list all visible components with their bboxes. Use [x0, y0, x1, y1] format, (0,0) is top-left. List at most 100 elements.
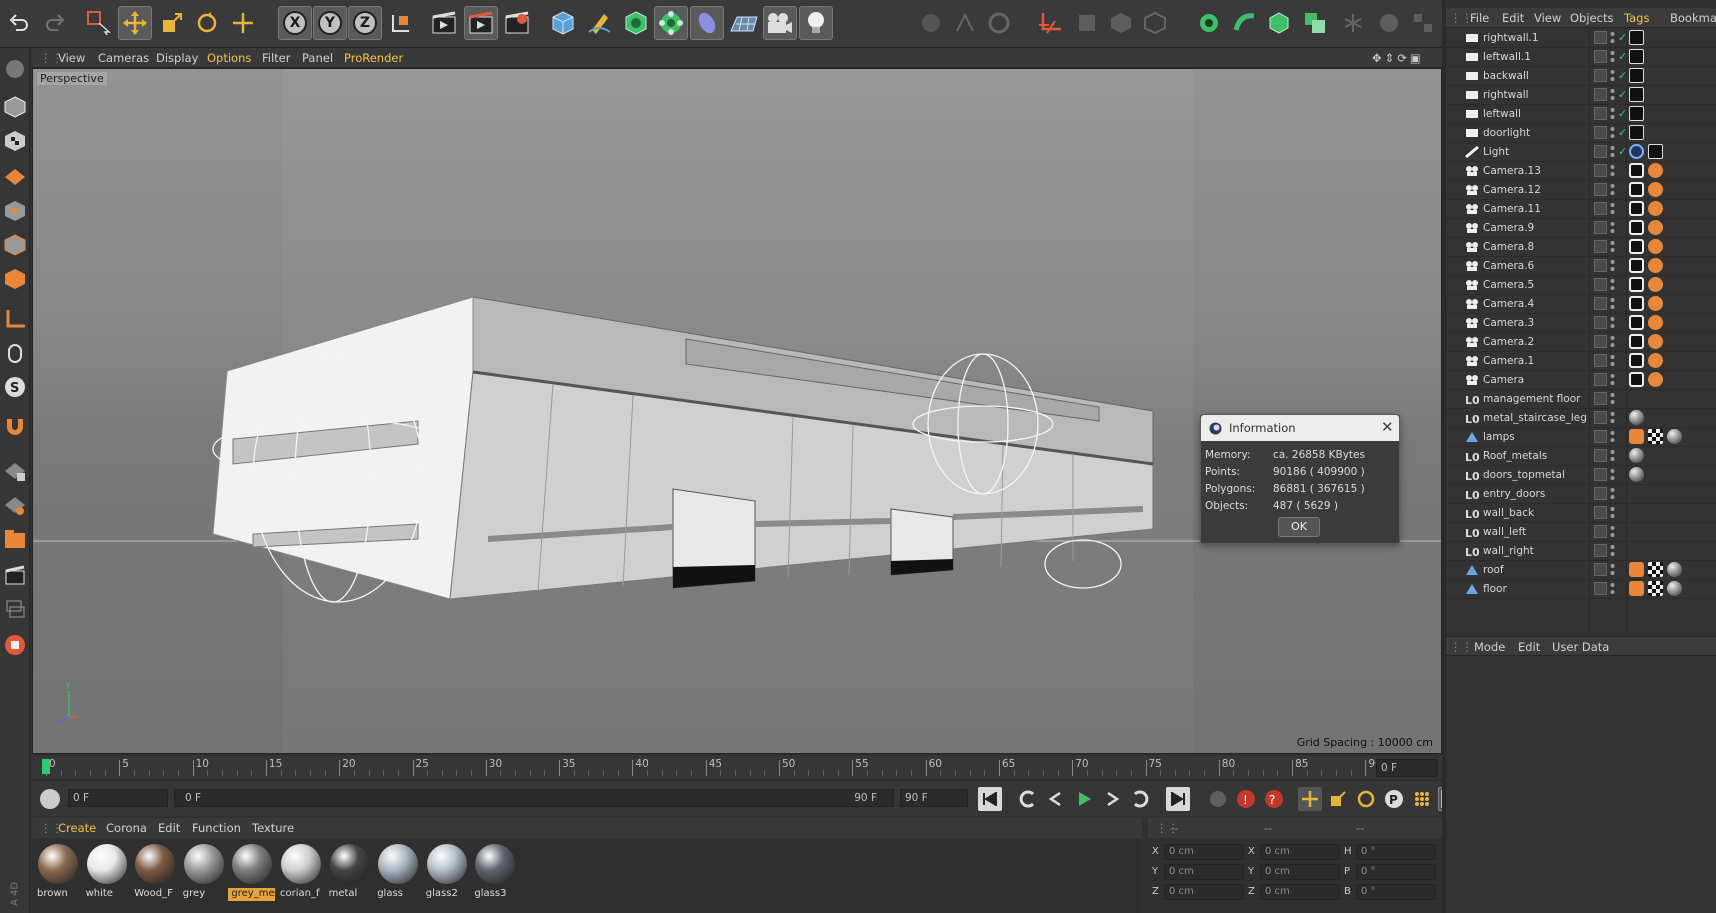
protect-tag-icon[interactable] — [1648, 220, 1663, 235]
layer-icon[interactable] — [1594, 297, 1607, 310]
subdivision-icon[interactable] — [619, 6, 653, 40]
connect-icon[interactable] — [1406, 6, 1440, 40]
visibility-dots[interactable] — [1610, 106, 1615, 121]
protect-tag-icon[interactable] — [1648, 163, 1663, 178]
y-axis-lock-icon[interactable]: Y — [313, 6, 347, 40]
visibility-dots[interactable] — [1610, 391, 1615, 406]
material-swatch[interactable]: glass2 — [423, 842, 470, 902]
next-frame-icon[interactable] — [1100, 787, 1124, 811]
key-pla-icon[interactable] — [1410, 787, 1434, 811]
camera-tag-icon[interactable] — [1629, 220, 1644, 235]
object-row[interactable]: Camera.13 — [1446, 161, 1716, 181]
object-menu-objects[interactable]: Objects — [1570, 11, 1613, 25]
ok-button[interactable]: OK — [1278, 517, 1320, 537]
axis-mode-icon[interactable] — [2, 304, 28, 334]
object-row[interactable]: leftwall.1 ✓ — [1446, 47, 1716, 67]
render-settings-icon[interactable] — [500, 6, 534, 40]
menu-display[interactable]: Display — [156, 51, 198, 65]
layer-icon[interactable] — [1594, 392, 1607, 405]
previous-key-icon[interactable] — [1016, 787, 1040, 811]
light-tag-icon[interactable] — [1648, 144, 1663, 159]
light-tag-icon[interactable] — [1629, 125, 1644, 140]
visibility-dots[interactable] — [1610, 220, 1615, 235]
object-row[interactable]: Camera.8 — [1446, 237, 1716, 257]
menu-cameras[interactable]: Cameras — [98, 51, 149, 65]
sweep-icon[interactable] — [1228, 6, 1262, 40]
hair-icon[interactable] — [1372, 6, 1406, 40]
object-row[interactable]: Camera.4 — [1446, 294, 1716, 314]
layer-icon[interactable] — [1594, 259, 1607, 272]
menu-options[interactable]: Options — [207, 51, 251, 65]
camera-tag-icon[interactable] — [1629, 182, 1644, 197]
protect-tag-icon[interactable] — [1648, 334, 1663, 349]
previous-frame-icon[interactable] — [1044, 787, 1068, 811]
instance-icon[interactable] — [1336, 6, 1370, 40]
menu-view[interactable]: View — [58, 51, 85, 65]
layer-icon[interactable] — [1594, 183, 1607, 196]
play-icon[interactable] — [1072, 787, 1096, 811]
light-tag-icon[interactable] — [1629, 106, 1644, 121]
material-menu-edit[interactable]: Edit — [158, 821, 180, 835]
tweak-mode-icon[interactable] — [2, 338, 28, 368]
key-rotation-icon[interactable] — [1354, 787, 1378, 811]
protect-tag-icon[interactable] — [1648, 353, 1663, 368]
layer-icon[interactable] — [1594, 50, 1607, 63]
end-frame-field[interactable]: 0 F — [1376, 759, 1438, 777]
redo-icon[interactable] — [38, 6, 72, 40]
uv-tag-icon[interactable] — [1648, 429, 1663, 444]
phong-tag-icon[interactable] — [1629, 429, 1644, 444]
layer-icon[interactable] — [1594, 449, 1607, 462]
points-mode-icon[interactable] — [2, 196, 28, 226]
attribute-menu-user-data[interactable]: User Data — [1552, 640, 1609, 654]
visibility-dots[interactable] — [1610, 163, 1615, 178]
object-menu-edit[interactable]: Edit — [1502, 11, 1524, 25]
object-row[interactable]: Camera.9 — [1446, 218, 1716, 238]
playhead-marker[interactable] — [42, 759, 50, 774]
visibility-dots[interactable] — [1610, 505, 1615, 520]
position-field[interactable]: 0 cm — [1164, 884, 1244, 900]
material-swatch[interactable]: grey — [180, 842, 227, 902]
object-row[interactable]: L0 wall_back — [1446, 503, 1716, 523]
object-row[interactable]: Camera.1 — [1446, 351, 1716, 371]
protect-tag-icon[interactable] — [1648, 296, 1663, 311]
layer-icon[interactable] — [1594, 316, 1607, 329]
object-row[interactable]: L0 Roof_metals — [1446, 446, 1716, 466]
move-icon[interactable] — [118, 6, 152, 40]
visibility-dots[interactable] — [1610, 30, 1615, 45]
model-mode-icon[interactable] — [2, 92, 28, 122]
visibility-dots[interactable] — [1610, 296, 1615, 311]
floor-icon[interactable] — [727, 6, 761, 40]
visibility-dots[interactable] — [1610, 467, 1615, 482]
layer-icon[interactable] — [1594, 107, 1607, 120]
render-picture-viewer-icon[interactable] — [464, 6, 498, 40]
current-frame-field[interactable]: 0 F — [68, 789, 168, 807]
visibility-dots[interactable] — [1610, 448, 1615, 463]
autokey-icon[interactable]: ! — [1234, 787, 1258, 811]
z-axis-lock-icon[interactable]: Z — [348, 6, 382, 40]
pen-icon[interactable] — [582, 6, 616, 40]
material-tag-icon[interactable] — [1667, 429, 1682, 444]
grid-snap-icon[interactable] — [2, 490, 28, 520]
layer-icon[interactable] — [1594, 145, 1607, 158]
target-tag-icon[interactable] — [1629, 144, 1644, 159]
uv-tag-icon[interactable] — [1648, 562, 1663, 577]
camera-tag-icon[interactable] — [1629, 353, 1644, 368]
keyframe-circle-icon[interactable] — [40, 789, 60, 809]
cloner-icon[interactable] — [654, 6, 688, 40]
visibility-dots[interactable] — [1610, 239, 1615, 254]
clapboard-icon[interactable] — [2, 560, 28, 590]
protect-tag-icon[interactable] — [1648, 372, 1663, 387]
perspective-viewport[interactable]: Perspective Y Grid Spacing: 10000 cm — [32, 68, 1442, 754]
timeline-ruler[interactable]: 051015202530354045505560657075808590 — [32, 756, 1442, 778]
object-menu-tags[interactable]: Tags — [1624, 11, 1649, 25]
layer-icon[interactable] — [1594, 411, 1607, 424]
box-icon[interactable] — [1104, 6, 1138, 40]
visibility-dots[interactable] — [1610, 277, 1615, 292]
go-to-start-icon[interactable] — [978, 787, 1002, 811]
object-row[interactable]: Camera.11 — [1446, 199, 1716, 219]
make-editable-icon[interactable] — [2, 54, 28, 84]
object-row[interactable]: leftwall ✓ — [1446, 104, 1716, 124]
protect-tag-icon[interactable] — [1648, 258, 1663, 273]
layer-icon[interactable] — [1594, 373, 1607, 386]
material-tag-icon[interactable] — [1629, 448, 1644, 463]
